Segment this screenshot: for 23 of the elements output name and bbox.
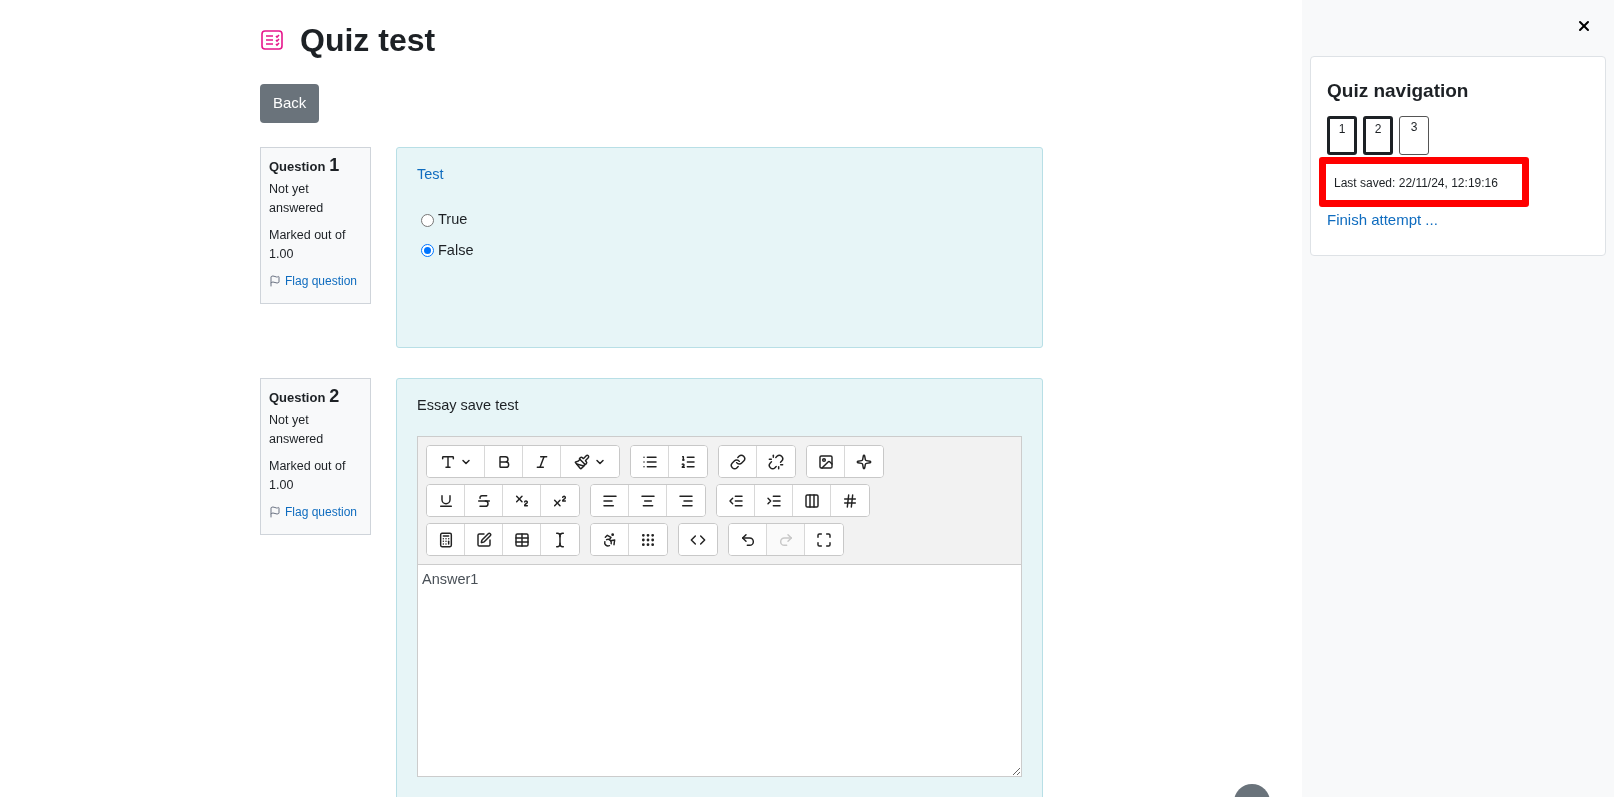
question-text: Essay save test (417, 395, 520, 415)
question-nav-button[interactable]: 1 (1327, 115, 1357, 155)
question-status: Not yet answered (269, 180, 325, 217)
question-status: Not yet answered (269, 411, 325, 448)
question-label: Question (269, 388, 326, 407)
page-title: Quiz test (300, 21, 436, 60)
question-nav-button[interactable]: 2 (1363, 115, 1393, 155)
question-label: Question (269, 157, 326, 176)
question-text: Test (417, 164, 445, 184)
option-label: False (438, 241, 474, 260)
question-number: 2 (329, 386, 340, 406)
card-title: Quiz navigation (1327, 79, 1470, 103)
question-number: 1 (329, 155, 340, 175)
answer-box[interactable]: Answer1 (417, 565, 1022, 778)
flag-question-link[interactable]: Flag question (285, 271, 358, 291)
question-nav-button[interactable]: 3 (1399, 115, 1429, 155)
flag-question-link[interactable]: Flag question (285, 502, 358, 522)
option-label: True (438, 210, 468, 230)
last-saved-text: Last saved: 22/11/24, 12:19:16 (1334, 175, 1498, 190)
back-button[interactable]: Back (260, 84, 320, 123)
question-marks: Marked out of 1.00 (269, 457, 347, 494)
finish-attempt-link[interactable]: Finish attempt ... (1327, 208, 1589, 231)
question-marks: Marked out of 1.00 (269, 226, 347, 263)
